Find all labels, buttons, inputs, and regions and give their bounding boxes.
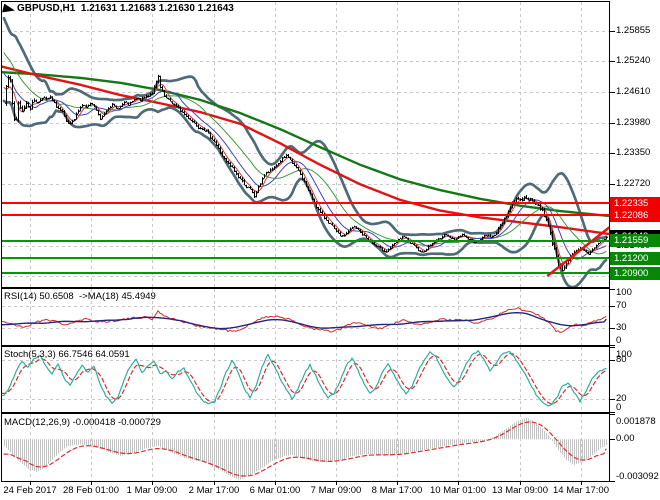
stoch-indicator-label: Stoch(5,3,3) 66.7546 64.0591 — [4, 349, 130, 360]
stoch-tick-label: 80 — [616, 354, 660, 365]
chart-title: GBPUSD,H1 1.21631 1.21683 1.21630 1.2164… — [17, 3, 234, 14]
price-badge-resistance: 1.22086 — [610, 209, 660, 222]
price-badge-support: 1.20900 — [610, 267, 660, 280]
price-badge-support: 1.21559 — [610, 234, 660, 247]
rsi-tick-label: 70 — [616, 300, 660, 311]
time-tick-label: 14 Mar 17:00 — [539, 485, 623, 496]
stoch-tick-label: 0 — [616, 402, 660, 413]
rsi-indicator-label: RSI(14) 50.6508 ->MA(18) 45.4949 — [4, 291, 156, 302]
macd-tick-label: 0.00 — [616, 433, 660, 444]
macd-tick-label: -0.003092 — [616, 471, 660, 482]
price-tick-label: 1.23980 — [616, 117, 660, 128]
mt4-chart-window: GBPUSD,H1 1.21631 1.21683 1.21630 1.2164… — [0, 0, 660, 500]
macd-indicator-label: MACD(12,26,9) -0.000418 -0.000729 — [4, 417, 161, 428]
price-badge-support: 1.21200 — [610, 252, 660, 265]
price-tick-label: 1.23350 — [616, 147, 660, 158]
rsi-tick-label: 0 — [616, 335, 660, 346]
price-tick-label: 1.25240 — [616, 55, 660, 66]
macd-tick-label: 0.001878 — [616, 416, 660, 427]
price-badge-resistance: 1.22335 — [610, 197, 660, 210]
rsi-tick-label: 30 — [616, 322, 660, 333]
price-tick-label: 1.24610 — [616, 86, 660, 97]
price-tick-label: 1.22720 — [616, 178, 660, 189]
rsi-tick-label: 100 — [616, 287, 660, 298]
price-tick-label: 1.25855 — [616, 25, 660, 36]
